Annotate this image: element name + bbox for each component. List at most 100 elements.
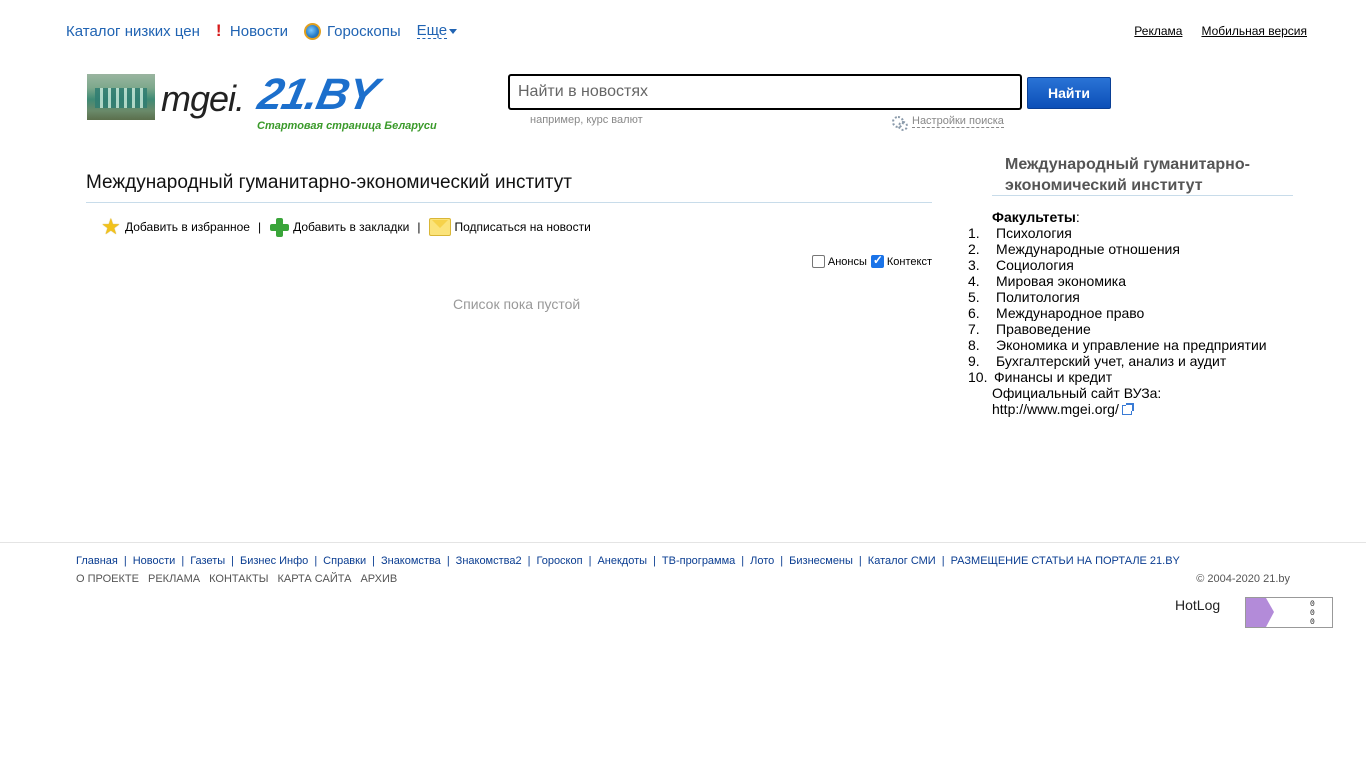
- footer-separator: |: [527, 555, 531, 567]
- nav-item-news[interactable]: ! Новости: [216, 21, 288, 41]
- official-site-label: Официальный сайт ВУЗа:: [992, 385, 1162, 401]
- footer-link[interactable]: Знакомства2: [456, 555, 522, 567]
- footer-separator: |: [858, 555, 862, 567]
- nav-link-catalog[interactable]: Каталог низких цен: [66, 23, 200, 40]
- add-favorites-label[interactable]: Добавить в избранное: [125, 220, 250, 234]
- faculty-item: 1. Психология: [968, 225, 1267, 241]
- zodiac-globe-icon: [303, 22, 321, 40]
- nav-link-horoscopes[interactable]: Гороскопы: [327, 23, 401, 40]
- counter-arrow-icon: [1266, 598, 1274, 627]
- footer-link[interactable]: ТВ-программа: [662, 555, 735, 567]
- faculty-name: Политология: [996, 289, 1080, 305]
- footer-secondary-link[interactable]: КОНТАКТЫ: [209, 573, 268, 585]
- footer-separator: |: [741, 555, 745, 567]
- announcements-checkbox[interactable]: [811, 255, 825, 268]
- logo-site-text: mgei.: [161, 78, 245, 119]
- star-icon[interactable]: [101, 214, 121, 240]
- footer-separator: |: [653, 555, 656, 567]
- faculty-item: 8. Экономика и управление на предприятии: [968, 337, 1267, 353]
- envelope-icon[interactable]: [428, 218, 451, 236]
- footer-separator: |: [123, 555, 127, 567]
- faculty-number: 4.: [968, 273, 980, 289]
- mobile-version-link[interactable]: Мобильная версия: [1201, 24, 1307, 38]
- empty-list-message: Список пока пустой: [453, 296, 581, 312]
- subscribe-action[interactable]: Подписаться на новости: [428, 218, 591, 236]
- sidebar-info: Факультеты: 1. Психология 2. Международные …: [968, 209, 1267, 417]
- nav-more[interactable]: Еще: [416, 23, 458, 39]
- footer-link[interactable]: Знакомства: [381, 555, 441, 567]
- official-site-link[interactable]: http://www.mgei.org/: [992, 401, 1119, 417]
- faculty-item: 5. Политология: [968, 289, 1267, 305]
- nav-link-news[interactable]: Новости: [230, 23, 288, 40]
- faculty-number: 1.: [968, 225, 980, 241]
- add-bookmarks-action[interactable]: Добавить в закладки: [269, 217, 409, 237]
- nav-item-catalog[interactable]: Каталог низких цен: [66, 23, 200, 40]
- footer-separator: |: [780, 555, 784, 567]
- footer-separator: |: [446, 555, 450, 567]
- filter-announcements[interactable]: Анонсы: [811, 255, 867, 268]
- faculties-label: Факультеты: [992, 209, 1076, 225]
- footer-link[interactable]: Газеты: [190, 555, 225, 567]
- footer-separator: |: [588, 555, 592, 567]
- search-input[interactable]: Найти в новостях: [508, 74, 1022, 110]
- footer-secondary-link[interactable]: О ПРОЕКТЕ: [76, 573, 139, 585]
- footer-link[interactable]: Анекдоты: [597, 555, 647, 567]
- logo-brand-text: 21.BY: [253, 70, 382, 119]
- search-settings-label[interactable]: Настройки поиска: [912, 115, 1004, 128]
- faculty-item: 10. Финансы и кредит: [968, 369, 1267, 385]
- faculty-number: 6.: [968, 305, 980, 321]
- action-bar: Добавить в избранное | Добавить в заклад…: [101, 214, 591, 240]
- title-divider: [86, 202, 932, 203]
- context-label[interactable]: Контекст: [887, 256, 932, 268]
- footer-link[interactable]: Справки: [323, 555, 366, 567]
- sidebar-divider: [992, 195, 1293, 196]
- footer-divider: [0, 542, 1366, 543]
- footer-link[interactable]: Лото: [750, 555, 774, 567]
- visitor-counter[interactable]: 0 0 0: [1245, 597, 1333, 628]
- site-logo[interactable]: mgei. 21.BY Стартовая страница Беларуси: [87, 70, 477, 136]
- footer-link[interactable]: Бизнес Инфо: [240, 555, 308, 567]
- subscribe-label[interactable]: Подписаться на новости: [455, 220, 591, 234]
- faculty-item: 6. Международное право: [968, 305, 1267, 321]
- hotlog-image-alt[interactable]: HotLog: [1175, 597, 1220, 613]
- footer-secondary-link[interactable]: РЕКЛАМА: [148, 573, 200, 585]
- faculties-heading: Факультеты:: [992, 209, 1267, 225]
- external-link-icon[interactable]: [1121, 403, 1134, 415]
- announcements-label[interactable]: Анонсы: [828, 256, 867, 268]
- add-bookmarks-label[interactable]: Добавить в закладки: [293, 220, 409, 234]
- action-separator: |: [257, 220, 262, 234]
- ads-link[interactable]: Реклама: [1134, 24, 1182, 38]
- footer-link[interactable]: Бизнесмены: [789, 555, 853, 567]
- footer-link[interactable]: Главная: [76, 555, 118, 567]
- search-settings-link[interactable]: Настройки поиска: [892, 114, 1004, 131]
- faculty-number: 10.: [968, 369, 988, 385]
- context-checkbox[interactable]: [870, 253, 884, 268]
- faculty-number: 7.: [968, 321, 980, 337]
- caret-down-icon[interactable]: [449, 28, 458, 34]
- plus-icon[interactable]: [269, 217, 290, 237]
- nav-more-label[interactable]: Еще: [416, 23, 448, 39]
- logo-tagline: Стартовая страница Беларуси: [257, 120, 437, 132]
- footer-secondary-link[interactable]: АРХИВ: [360, 573, 397, 585]
- footer-separator: |: [231, 555, 234, 567]
- search-button[interactable]: Найти: [1027, 77, 1111, 109]
- footer-link[interactable]: Каталог СМИ: [868, 555, 936, 567]
- faculty-number: 8.: [968, 337, 980, 353]
- filter-context[interactable]: Контекст: [870, 253, 932, 268]
- footer-link[interactable]: Гороскоп: [536, 555, 582, 567]
- faculty-item: 9. Бухгалтерский учет, анализ и аудит: [968, 353, 1267, 369]
- search-hint: например, курс валют: [530, 114, 643, 126]
- faculty-name: Мировая экономика: [996, 273, 1126, 289]
- footer-secondary-link[interactable]: КАРТА САЙТА: [277, 573, 351, 585]
- faculty-item: 3. Социология: [968, 257, 1267, 273]
- counter-value: 0: [1310, 600, 1315, 609]
- add-favorites-action[interactable]: Добавить в избранное: [101, 214, 250, 240]
- top-links: Реклама Мобильная версия: [1134, 24, 1307, 38]
- footer-link[interactable]: РАЗМЕЩЕНИЕ СТАТЬИ НА ПОРТАЛЕ 21.BY: [951, 555, 1180, 567]
- faculty-name: Международное право: [996, 305, 1145, 321]
- faculties-colon: :: [1075, 209, 1080, 225]
- faculty-name: Психология: [996, 225, 1072, 241]
- nav-item-horoscopes[interactable]: Гороскопы: [303, 22, 401, 40]
- footer-link[interactable]: Новости: [133, 555, 176, 567]
- faculty-name: Правоведение: [996, 321, 1091, 337]
